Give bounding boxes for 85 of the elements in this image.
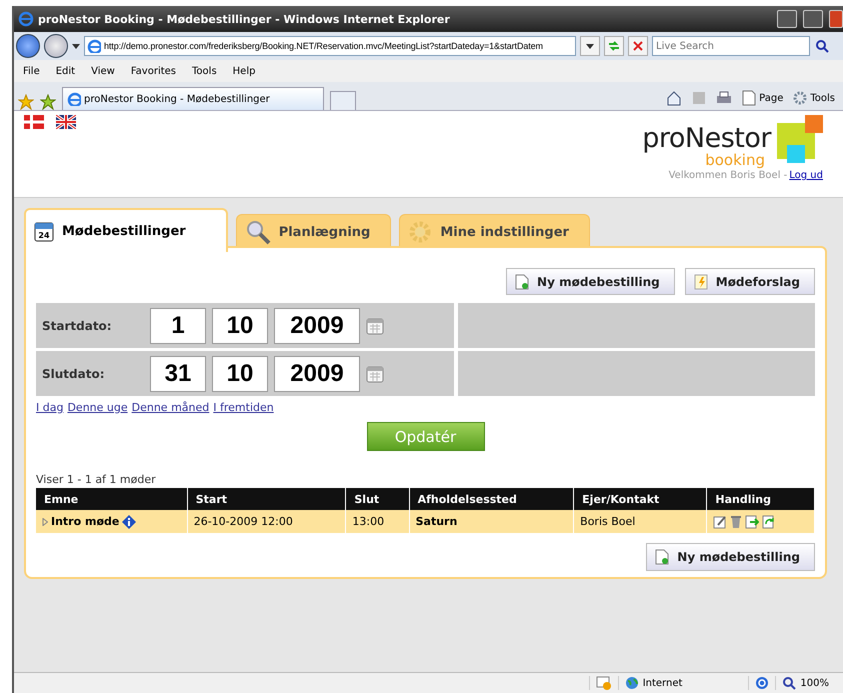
gear-icon [408,220,432,244]
search-icon[interactable] [814,38,830,54]
column-header: Afholdelsessted [409,488,574,510]
column-header: Slut [346,488,410,510]
expand-arrow-icon[interactable] [42,518,48,526]
toolbar-button[interactable]: Tools [793,91,835,105]
nav-tab[interactable]: Planlægning [236,214,392,249]
table-cell: Saturn [409,510,574,533]
add-favorite-icon[interactable] [40,94,56,110]
table-cell: Boris Boel [574,510,707,533]
forward-button[interactable] [44,34,68,58]
note-icon [694,274,708,290]
month-field[interactable]: 10 [212,308,268,344]
printer-icon[interactable] [716,91,732,105]
table-cell: 13:00 [346,510,410,533]
meeting-title: Intro møde [51,515,120,528]
document-add-icon [655,549,670,565]
date-range-link[interactable]: I dag [36,401,64,414]
calendar-icon[interactable] [366,364,384,382]
close-icon [633,41,643,51]
address-field[interactable]: http://demo.pronestor.com/frederiksberg/Booking.NET/Reservation.mvc/MeetingList?startDateday=1&startDatem [84,36,576,56]
nav-tab[interactable]: 24 Mødebestillinger [24,208,228,252]
logout-link[interactable]: Log ud [789,170,823,181]
menu-item[interactable]: Help [232,66,256,76]
maximize-button[interactable] [803,10,823,28]
date-label: Slutdato: [41,366,106,380]
globe-icon [624,676,639,690]
zoom-icon [782,676,796,690]
stop-button[interactable] [628,36,648,56]
new-booking-button[interactable]: Ny mødebestilling [506,268,675,295]
star-icon[interactable] [18,94,34,110]
column-header: Ejer/Kontakt [574,488,707,510]
zoom-button[interactable]: 100% [775,676,829,690]
column-header: Start [187,488,346,510]
zone-text: Internet [642,678,682,688]
year-field[interactable]: 2009 [274,356,360,392]
info-icon[interactable] [122,514,136,528]
table-cell: 26-10-2009 12:00 [187,510,346,533]
document-add-icon [515,274,530,290]
gear-icon [793,91,808,105]
day-field[interactable]: 1 [150,308,206,344]
refresh-icon [608,40,620,52]
copy-icon[interactable] [762,514,776,528]
minimize-button[interactable] [777,10,797,28]
date-range-link[interactable]: I fremtiden [213,401,274,414]
suggestion-button[interactable]: Mødeforslag [684,268,815,295]
date-label: Startdato: [41,318,113,332]
welcome-text: Velkommen Boris Boel - [668,170,788,181]
menu-item[interactable]: Favorites [130,66,178,76]
calendar-icon[interactable] [366,316,384,334]
nav-tab[interactable]: Mine indstillinger [399,214,590,249]
menu-item[interactable]: Tools [191,66,218,76]
date-range-link[interactable]: Denne måned [132,401,210,414]
close-button[interactable] [829,10,843,28]
magnifier-icon [244,219,271,245]
menu-item[interactable]: View [90,66,116,76]
dropdown-icon [586,42,594,50]
column-header: Emne [36,488,188,510]
edit-icon[interactable] [713,514,728,528]
browser-icon [18,11,34,27]
window-title: proNestor Booking - Mødebestillinger - Windows Internet Explorer [38,12,451,26]
menu-item[interactable]: Edit [54,66,76,76]
logo-subtitle: booking [705,151,765,169]
logo-text: proNestor [642,123,771,154]
result-count: Viser 1 - 1 af 1 møder [36,473,157,486]
year-field[interactable]: 2009 [274,308,360,344]
calendar-icon: 24 [34,220,54,242]
back-button[interactable] [16,34,40,58]
menu-item[interactable]: File [22,66,41,76]
danish-flag-icon[interactable] [24,115,44,129]
dropdown-button[interactable] [580,36,600,56]
new-booking-button[interactable]: Ny mødebestilling [646,543,815,571]
day-field[interactable]: 31 [150,356,206,392]
home-icon[interactable] [666,90,682,106]
column-header: Handling [706,488,814,510]
trash-icon[interactable] [730,514,742,528]
dropdown-icon[interactable] [72,42,80,50]
export-icon[interactable] [745,514,760,528]
url-text: http://demo.pronestor.com/frederiksberg/Booking.NET/Reservation.mvc/MeetingList?startDateday=1&startDatem [104,41,543,51]
date-range-link[interactable]: Denne uge [67,401,128,414]
search-field[interactable]: Live Search [652,36,810,56]
browser-tab[interactable]: proNestor Booking - Mødebestillinger [62,87,324,110]
month-field[interactable]: 10 [212,356,268,392]
uk-flag-icon[interactable] [56,115,76,129]
toolbar-button[interactable]: Page [742,90,784,106]
